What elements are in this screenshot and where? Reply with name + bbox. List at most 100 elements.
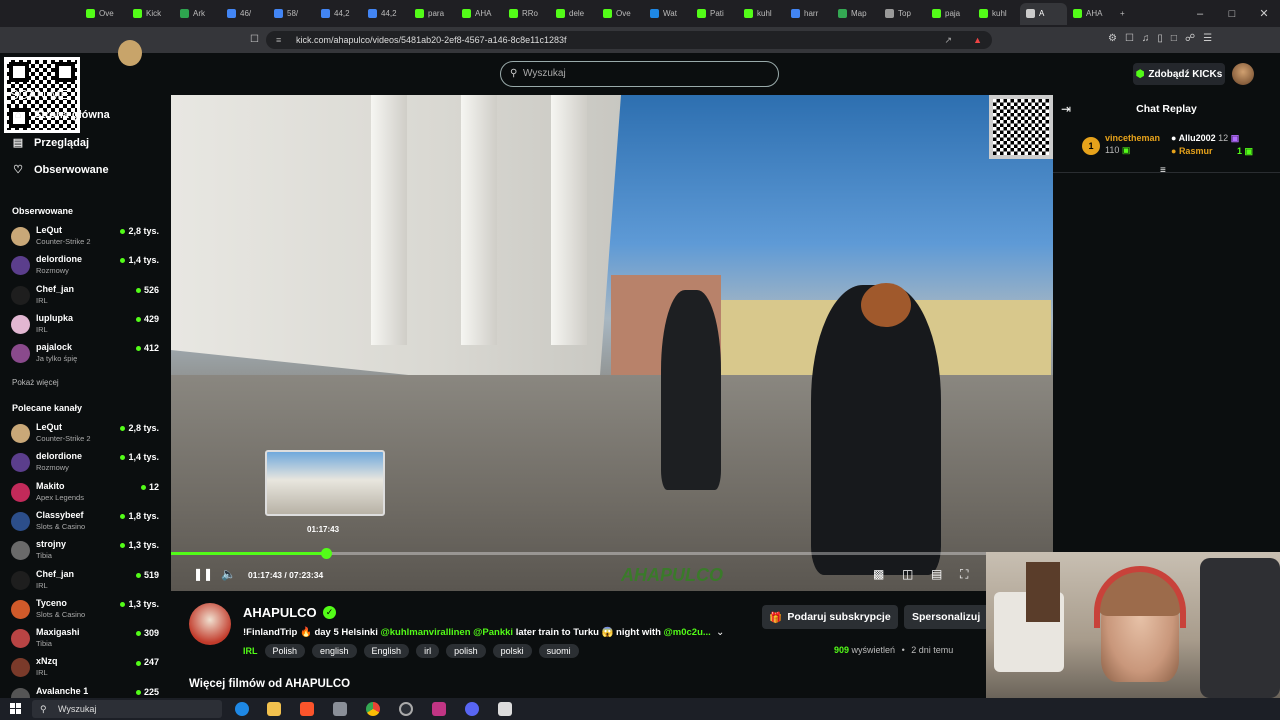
browser-tab[interactable]: para [409,3,456,25]
browser-tab[interactable]: Ark [174,3,221,25]
channel-list-item[interactable]: Chef_jan IRL 526 [11,282,161,309]
browser-tab[interactable]: 46/ [221,3,268,25]
tag-chip[interactable]: suomi [538,644,579,658]
pause-button[interactable]: ❚❚ [193,567,213,581]
nav-home-label: Strona główna [34,109,110,121]
app-icon[interactable] [333,702,347,716]
viewer-count: 2,8 tys. [120,226,159,236]
mention-link[interactable]: @kuhlmanvirallinen [380,627,470,638]
clip-icon[interactable]: ◫ [902,567,913,581]
brave-shield-icon[interactable]: ▲ [973,31,982,49]
tag-chip[interactable]: polish [446,644,486,658]
channel-list-item[interactable]: Chef_jan IRL 519 [11,567,161,594]
file-explorer-icon[interactable] [267,702,281,716]
windows-start-icon[interactable] [10,703,21,714]
browser-tab[interactable]: Map [832,3,879,25]
channel-list-item[interactable]: strojny Tibia 1,3 tys. [11,537,161,564]
expand-leaderboard-icon[interactable]: ≡ [1160,165,1166,176]
browser-tab[interactable]: AHA [456,3,503,25]
browser-tab[interactable]: 44,2 [362,3,409,25]
browser-tab[interactable]: Ove [597,3,644,25]
channel-list-item[interactable]: luplupka IRL 429 [11,311,161,338]
share-icon[interactable]: ↗ [944,31,952,49]
channel-list-item[interactable]: Maxigashi Tibia 309 [11,625,161,652]
browser-tab[interactable]: A [1020,2,1067,25]
browser-tab[interactable]: RRo [503,3,550,25]
mention-link[interactable]: @Pankki [473,627,513,638]
channel-list-item[interactable]: LeQut Counter-Strike 2 2,8 tys. [11,420,161,447]
minimize-button[interactable]: – [1184,0,1216,27]
channel-list-item[interactable]: delordione Rozmowy 1,4 tys. [11,449,161,476]
browser-tab[interactable]: Top [879,3,926,25]
live-dot-icon [120,543,126,549]
channel-list-item[interactable]: Makito Apex Legends 12 [11,479,161,506]
leader-name: ● Rasmur 1 ▣ [1171,146,1254,156]
obs-icon[interactable] [399,702,413,716]
progress-bar[interactable] [171,548,1053,559]
search-icon: ⚲ [510,68,518,79]
browser-tab[interactable]: 44,2 [315,3,362,25]
tag-chip[interactable]: english [312,644,357,658]
tag-chip[interactable]: English [363,644,410,658]
app-icon-2[interactable] [432,702,446,716]
progress-handle[interactable] [320,548,332,559]
fullscreen-icon[interactable]: ⛶ [960,567,968,582]
user-avatar[interactable] [1232,63,1254,85]
browser-tab[interactable]: AHA [1067,3,1114,25]
show-more-link[interactable]: Pokaż więcej [12,378,59,387]
browser-tab[interactable]: 58/ [268,3,315,25]
site-info-icon[interactable]: ≡ [276,31,281,49]
close-window-button[interactable]: ✕ [1248,0,1280,27]
browser-tab[interactable]: harr [785,3,832,25]
channel-list-item[interactable]: delordione Rozmowy 1,4 tys. [11,252,161,279]
theater-mode-icon[interactable]: ▤ [931,567,942,581]
channel-list-item[interactable]: Classybeef Slots & Casino 1,8 tys. [11,508,161,535]
tab-favicon-icon [274,9,283,18]
miniplayer-icon[interactable]: ▩ [873,567,884,581]
browser-tab[interactable]: Pati [691,3,738,25]
new-tab-button[interactable]: + [1114,3,1134,25]
channel-name[interactable]: AHAPULCO [243,605,317,620]
gift-subs-button[interactable]: 🎁 Podaruj subskrypcje [762,605,898,629]
tag-chip[interactable]: Polish [264,644,306,658]
category-link[interactable]: IRL [243,646,258,656]
maximize-button[interactable]: □ [1216,0,1248,27]
chrome-icon[interactable] [366,702,380,716]
browser-tab[interactable]: Wat [644,3,691,25]
edge-icon[interactable] [235,702,249,716]
tab-label: Map [851,9,867,18]
browser-tab[interactable]: paja [926,3,973,25]
taskbar-search[interactable]: ⚲ Wyszukaj [32,700,222,718]
channel-list-item[interactable]: pajalock Ja tylko śpię 412 [11,340,161,367]
browser-tab[interactable]: kuhl [973,3,1020,25]
personalize-button[interactable]: Spersonalizuj [904,605,994,629]
chat-title: Chat Replay [1136,103,1197,115]
channel-list-item[interactable]: Tyceno Slots & Casino 1,3 tys. [11,596,161,623]
volume-icon[interactable]: 🔈 [221,567,236,581]
brave-icon[interactable] [300,702,314,716]
shield-app-icon[interactable] [498,702,512,716]
browser-tab[interactable]: dele [550,3,597,25]
channel-list-item[interactable]: LeQut Counter-Strike 2 2,8 tys. [11,223,161,250]
browser-tab[interactable]: Ove [80,3,127,25]
tag-chip[interactable]: irl [416,644,440,658]
channel-avatar[interactable] [189,603,231,645]
nav-browse[interactable]: ▤ Przeglądaj [12,136,89,150]
get-kicks-button[interactable]: ⬢ Zdobądź KICKs [1133,63,1225,85]
browser-tab[interactable]: Kick [127,3,174,25]
video-player[interactable]: 01:17:43 AHAPULCO ❚❚ 🔈 01:17:43 / 07:23:… [171,95,1053,591]
expand-title-chevron-icon[interactable]: ⌄ [716,627,724,638]
nav-following[interactable]: ♡ Obserwowane [12,163,109,177]
browser-extensions-icons[interactable]: ⚙☐♫▯□☍☰ [1108,33,1220,44]
tag-chip[interactable]: polski [492,644,532,658]
tab-favicon-icon [133,9,142,18]
browser-tab[interactable]: kuhl [738,3,785,25]
channel-category: Ja tylko śpię [36,354,78,364]
url-field[interactable]: ≡ kick.com/ahapulco/videos/5481ab20-2ef8… [266,31,992,49]
nav-home[interactable]: ⌂ Strona główna [12,109,110,121]
mention-link[interactable]: @m0c2u... [664,627,711,638]
channel-list-item[interactable]: xNzq IRL 247 [11,654,161,681]
search-input[interactable]: ⚲ Wyszukaj [500,61,779,87]
discord-icon[interactable] [465,702,479,716]
bookmark-icon[interactable]: ☐ [250,34,259,45]
